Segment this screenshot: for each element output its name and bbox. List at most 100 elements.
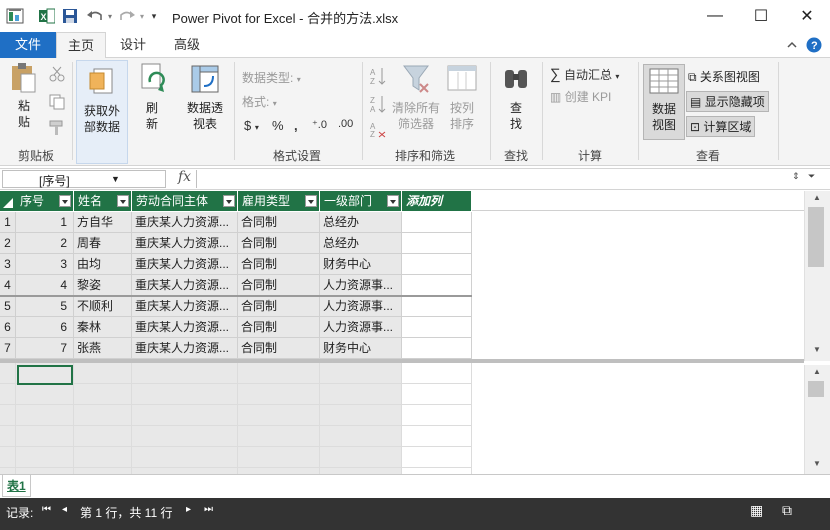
fx-icon[interactable]: fx [178,169,191,185]
sheet-tab-table1[interactable]: 表1 [2,475,31,497]
calc-cell[interactable] [320,363,402,384]
cell-employment-type[interactable]: 合同制 [238,233,320,254]
calc-cell[interactable] [320,405,402,426]
calc-cell[interactable] [402,426,472,447]
calc-cell[interactable] [132,363,238,384]
filter-dropdown-icon[interactable] [305,195,317,207]
cell-department[interactable]: 总经办 [320,233,402,254]
calculation-area-button[interactable]: ⊡ 计算区域 [686,116,756,137]
cell-employment-type[interactable]: 合同制 [238,338,320,359]
create-kpi-button[interactable]: ▥ 创建 KPI [550,88,611,105]
cell-seq[interactable]: 3 [16,254,74,275]
formula-expand-icon[interactable]: ⇕ [792,171,800,182]
redo-icon[interactable] [116,6,138,26]
calc-cell[interactable] [238,363,320,384]
cell-employment-type[interactable]: 合同制 [238,296,320,317]
row-header[interactable]: 1 [0,212,16,233]
calc-cell[interactable] [74,405,132,426]
cell-name[interactable]: 不顺利 [74,296,132,317]
cell-name[interactable]: 黎姿 [74,275,132,296]
cell-contract-entity[interactable]: 重庆某人力资源... [132,275,238,296]
increase-decimal-icon[interactable]: ⁺.0 [312,118,327,131]
scroll-thumb[interactable] [808,381,824,397]
row-header[interactable]: 6 [0,317,16,338]
tab-advanced[interactable]: 高级 [162,32,212,58]
decrease-decimal-icon[interactable]: .00 [338,118,353,130]
row-header[interactable]: 4 [0,275,16,296]
maximize-button[interactable]: ☐ [738,0,784,32]
sort-descending-icon[interactable]: ZA [370,94,386,117]
comma-format-button[interactable]: , [294,118,298,133]
row-header[interactable]: 7 [0,338,16,359]
undo-dropdown-icon[interactable]: ▾ [106,6,114,26]
name-box[interactable]: [序号] ▼ [2,170,166,188]
tab-file[interactable]: 文件 [0,32,56,58]
save-icon[interactable] [62,6,78,26]
cell-seq[interactable]: 5 [16,296,74,317]
collapse-ribbon-icon[interactable] [784,37,800,53]
clear-sort-icon[interactable]: AZ [370,120,386,141]
undo-icon[interactable] [84,6,106,26]
cell-name[interactable]: 由均 [74,254,132,275]
column-header-contract-entity[interactable]: 劳动合同主体 [132,191,238,211]
filter-dropdown-icon[interactable] [117,195,129,207]
cell-add-column[interactable] [402,254,472,275]
calc-vertical-scrollbar[interactable]: ▲ ▼ [804,365,830,474]
clear-all-filters-button[interactable]: 清除所有筛选器 [390,62,442,132]
filter-dropdown-icon[interactable] [59,195,71,207]
calc-cell[interactable] [238,447,320,468]
cell-name[interactable]: 周春 [74,233,132,254]
grid-view-icon[interactable]: ▦ [750,502,763,519]
cell-contract-entity[interactable]: 重庆某人力资源... [132,296,238,317]
column-header-employment-type[interactable]: 雇用类型 [238,191,320,211]
excel-icon[interactable]: X [38,6,56,26]
show-hidden-button[interactable]: ▤ 显示隐藏项 [686,91,769,112]
column-header-add-column[interactable]: 添加列 [402,191,472,211]
scroll-up-icon[interactable]: ▲ [813,367,821,376]
cut-icon[interactable] [48,66,66,85]
get-external-data-button[interactable]: 获取外部数据 [76,60,128,164]
cell-department[interactable]: 人力资源事... [320,296,402,317]
refresh-button[interactable]: 刷新 [134,62,170,132]
next-record-icon[interactable]: ▸ [186,504,191,515]
find-button[interactable]: 查找 [498,62,534,132]
cell-department[interactable]: 财务中心 [320,254,402,275]
formula-input[interactable] [196,170,790,188]
cell-employment-type[interactable]: 合同制 [238,212,320,233]
scroll-thumb[interactable] [808,207,824,267]
cell-contract-entity[interactable]: 重庆某人力资源... [132,212,238,233]
calc-cell[interactable] [74,384,132,405]
calc-cell[interactable] [74,363,132,384]
calc-cell[interactable] [238,426,320,447]
cell-department[interactable]: 人力资源事... [320,317,402,338]
cell-seq[interactable]: 4 [16,275,74,296]
cell-add-column[interactable] [402,233,472,254]
filter-dropdown-icon[interactable] [387,195,399,207]
cell-contract-entity[interactable]: 重庆某人力资源... [132,254,238,275]
percent-format-button[interactable]: % [272,118,284,133]
help-icon[interactable]: ? [806,37,822,53]
calc-cell[interactable] [402,363,472,384]
filter-dropdown-icon[interactable] [223,195,235,207]
calc-cell[interactable] [320,447,402,468]
calc-cell[interactable] [320,426,402,447]
row-header[interactable]: 3 [0,254,16,275]
cell-add-column[interactable] [402,275,472,296]
row-header[interactable]: 5 [0,296,16,317]
cell-contract-entity[interactable]: 重庆某人力资源... [132,338,238,359]
calc-cell[interactable] [16,384,74,405]
cell-employment-type[interactable]: 合同制 [238,317,320,338]
calc-cell[interactable] [74,447,132,468]
calc-cell[interactable] [402,405,472,426]
customize-toolbar-icon[interactable]: ▾ [148,6,160,26]
diagram-view-icon[interactable]: ⧉ [782,502,792,519]
cell-department[interactable]: 财务中心 [320,338,402,359]
close-button[interactable]: ✕ [784,0,830,32]
formula-collapse-icon[interactable]: ⏷ [808,171,815,182]
cell-add-column[interactable] [402,338,472,359]
cell-add-column[interactable] [402,317,472,338]
autosum-button[interactable]: ∑ 自动汇总 ▾ [550,66,619,83]
cell-add-column[interactable] [402,296,472,317]
cell-name[interactable]: 方自华 [74,212,132,233]
calc-cell[interactable] [132,447,238,468]
